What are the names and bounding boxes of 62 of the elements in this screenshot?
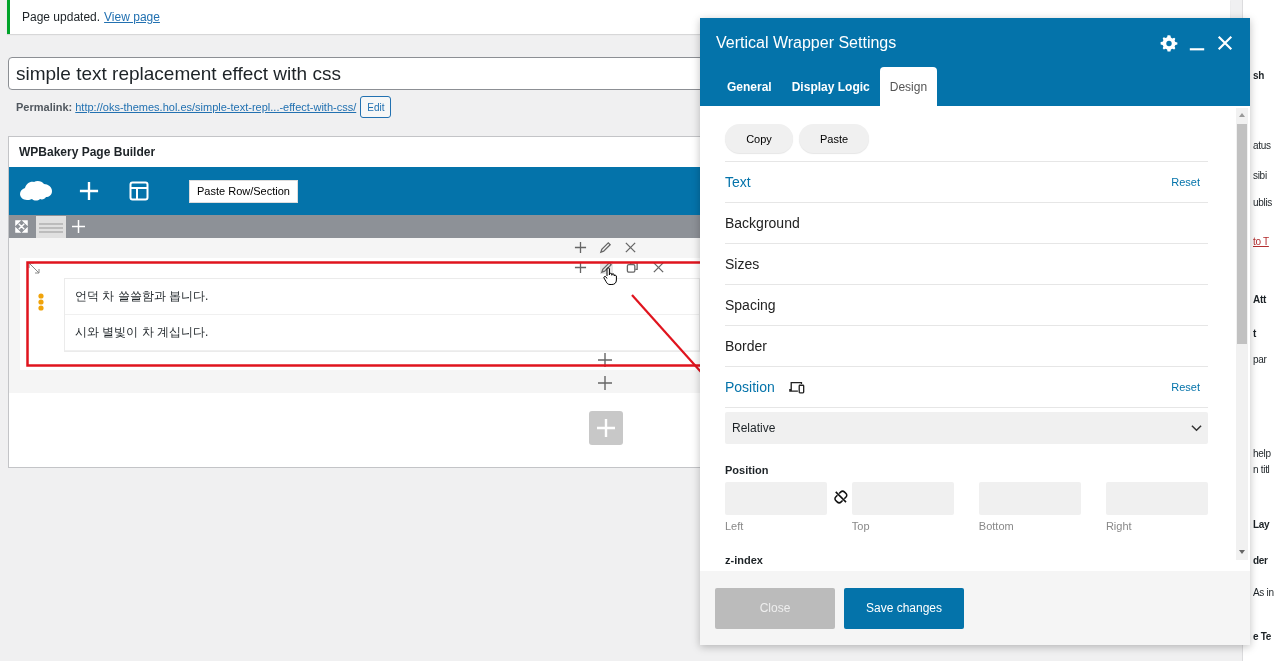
sidebar-text: help [1253,448,1271,459]
add-icon[interactable] [574,241,587,254]
pencil-icon[interactable] [599,241,612,254]
section-header[interactable]: Text [725,174,751,190]
permalink-link[interactable]: http://oks-themes.hol.es/simple-text-repl...-effect-with-css/ [75,101,357,113]
add-icon[interactable] [598,353,612,367]
layout-icon[interactable] [129,181,149,201]
close-icon[interactable] [1216,33,1234,52]
edit-button[interactable]: Edit [360,96,392,118]
section-header[interactable]: Position [725,379,775,395]
reset-link[interactable]: Reset [1171,176,1200,188]
section-header[interactable]: Background [725,215,800,231]
sidebar-text: As in [1253,587,1274,598]
drag-handle-icon[interactable] [38,293,44,311]
position-select[interactable]: Relative [725,412,1208,444]
sidebar-text: der [1253,555,1268,566]
sidebar-text: Lay [1253,519,1270,530]
dialog-title: Vertical Wrapper Settings [716,33,898,52]
sidebar-text: ublis [1253,197,1273,208]
close-icon[interactable] [652,261,665,274]
scrollbar[interactable] [1236,108,1248,560]
section-header[interactable]: Border [725,338,768,354]
paste-button[interactable]: Paste [799,124,869,153]
hand-cursor-icon [603,267,617,285]
devices-icon[interactable] [788,380,805,394]
chevron-down-icon [1191,424,1202,432]
duplicate-icon[interactable] [626,261,639,274]
sidebar-text: par [1253,354,1267,365]
add-icon[interactable] [574,261,587,274]
section-header[interactable]: Sizes [725,256,760,272]
reset-link[interactable]: Reset [1171,381,1200,393]
paste-row-button[interactable]: Paste Row/Section [189,179,298,203]
close-icon[interactable] [624,241,637,254]
fullscreen-icon[interactable] [15,220,28,233]
sidebar-text: e Te [1253,631,1272,642]
tab[interactable]: Design [879,67,938,106]
field-label: Position [725,464,770,476]
field-label: Left [725,520,745,532]
panel-title: WPBakery Page Builder [19,145,156,159]
settings-icon[interactable] [1160,33,1178,52]
field-label: z-index [725,554,764,566]
text-element[interactable]: 시와 별빛이 차 계십니다. [65,315,699,351]
add-icon[interactable] [598,376,612,390]
sidebar-text: sh [1253,70,1265,81]
view-page-link[interactable]: View page [104,10,160,24]
resize-icon[interactable] [28,262,40,274]
sidebar-text: t [1253,328,1257,339]
save-button[interactable]: Save changes [844,587,964,629]
sidebar-text: n titl [1253,464,1270,475]
unlink-icon[interactable] [834,490,848,504]
notice-text: Page updated. [22,10,101,24]
copy-button[interactable]: Copy [725,124,793,153]
sidebar-text: atus [1253,140,1271,151]
sidebar-text: to T [1253,236,1269,247]
permalink-label: Permalink: [16,101,73,113]
field-label: Bottom [978,520,1015,532]
field-label: Right [1105,520,1133,532]
field-label: Top [851,520,871,532]
section-header[interactable]: Spacing [725,297,776,313]
sidebar-text: sibi [1253,170,1267,181]
cloud-logo-icon[interactable] [19,179,53,203]
sidebar-text: Att [1253,294,1266,305]
